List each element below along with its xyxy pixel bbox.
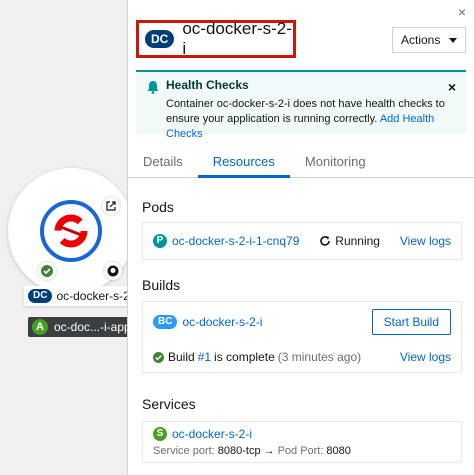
services-card: S oc-docker-s-2-i Service port: 8080-tcp… [142, 421, 462, 463]
node-name: oc-docker-s-2-i [56, 289, 128, 303]
application-badge: A [32, 319, 48, 335]
pod-port-value: 8080 [326, 445, 351, 457]
service-port-label: Service port: [153, 445, 215, 457]
external-link-icon[interactable] [102, 197, 120, 215]
pod-link[interactable]: oc-docker-s-2-i-1-cnq79 [172, 234, 299, 248]
services-heading: Services [142, 396, 196, 412]
check-circle-icon [153, 351, 164, 363]
actions-label: Actions [401, 33, 441, 47]
arrow-right-icon: → [263, 445, 275, 457]
side-panel: × DC oc-docker-s-2-i Actions Health Chec… [127, 0, 474, 475]
application-label[interactable]: A oc-doc...-i-app [28, 317, 128, 337]
alert-close-icon[interactable]: × [448, 79, 456, 95]
resource-title: oc-docker-s-2-i [182, 19, 292, 58]
node-label[interactable]: DC oc-docker-s-2-i [24, 286, 128, 306]
caret-down-icon [449, 37, 457, 43]
build-success-icon[interactable] [38, 262, 56, 280]
tab-resources[interactable]: Resources [197, 150, 290, 178]
bc-badge: BC [153, 315, 178, 329]
dc-badge: DC [28, 289, 53, 303]
service-link[interactable]: oc-docker-s-2-i [172, 427, 252, 441]
service-badge: S [153, 427, 167, 441]
pod-port-label: Pod Port: [277, 445, 324, 457]
tab-bar: Details Resources Monitoring [128, 150, 474, 178]
pods-card: P oc-docker-s-2-i-1-cnq79 Running View l… [142, 222, 462, 260]
build-view-logs-link[interactable]: View logs [400, 350, 451, 364]
tab-monitoring[interactable]: Monitoring [290, 150, 381, 178]
dc-badge: DC [145, 30, 175, 48]
close-panel-icon[interactable]: × [458, 4, 466, 20]
topology-canvas[interactable]: DC oc-docker-s-2-i A oc-doc...-i-app [0, 0, 128, 475]
build-number-link[interactable]: #1 [198, 350, 211, 364]
build-status: is complete [214, 350, 275, 364]
builds-card: BC oc-docker-s-2-i Start Build Build #1 … [142, 301, 462, 373]
build-config-link[interactable]: oc-docker-s-2-i [182, 315, 262, 329]
bell-icon [146, 80, 160, 97]
application-name: oc-doc...-i-app [54, 320, 128, 334]
page-title: DC oc-docker-s-2-i [136, 19, 296, 58]
github-icon[interactable] [104, 262, 122, 280]
tab-details[interactable]: Details [128, 150, 198, 178]
pods-heading: Pods [142, 199, 174, 215]
build-prefix: Build [168, 350, 195, 364]
build-time: (3 minutes ago) [277, 350, 362, 364]
sync-icon [319, 235, 331, 247]
start-build-button[interactable]: Start Build [371, 309, 451, 335]
alert-title: Health Checks [166, 78, 249, 92]
openshift-logo-icon [46, 206, 96, 256]
builds-heading: Builds [142, 277, 181, 293]
alert-body: Container oc-docker-s-2-i does not have … [166, 97, 458, 142]
pod-badge: P [153, 234, 167, 248]
pod-view-logs-link[interactable]: View logs [400, 234, 451, 248]
actions-dropdown[interactable]: Actions [392, 27, 466, 53]
health-check-alert: Health Checks Container oc-docker-s-2-i … [136, 70, 466, 140]
pod-status: Running [335, 234, 380, 248]
service-port-value: 8080-tcp [217, 445, 261, 457]
